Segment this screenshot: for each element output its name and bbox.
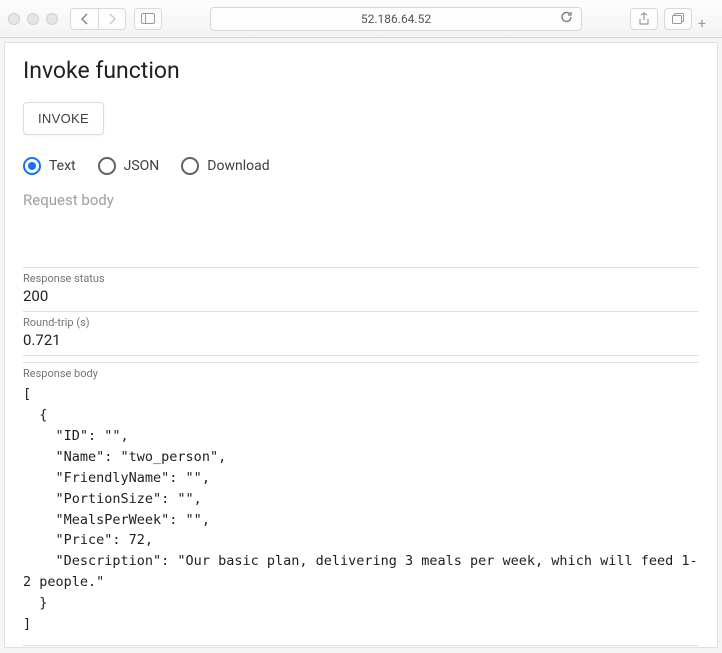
radio-icon (23, 157, 41, 175)
round-trip-field: Round-trip (s) 0.721 (23, 312, 699, 356)
maximize-window-icon[interactable] (46, 13, 58, 25)
response-status-field: Response status 200 (23, 267, 699, 312)
nav-buttons (70, 8, 126, 30)
back-button[interactable] (70, 8, 98, 30)
share-button[interactable] (630, 8, 658, 30)
sidebar-toggle-button[interactable] (134, 8, 162, 30)
round-trip-value: 0.721 (23, 329, 699, 356)
radio-text[interactable]: Text (23, 157, 76, 175)
radio-label: Text (49, 158, 76, 174)
radio-label: JSON (124, 158, 160, 174)
window-controls (8, 13, 58, 25)
radio-icon (181, 157, 199, 175)
reload-icon[interactable] (560, 10, 573, 28)
radio-download[interactable]: Download (181, 157, 269, 175)
request-body-input[interactable]: Request body (23, 191, 699, 261)
forward-button[interactable] (98, 8, 126, 30)
response-body-label: Response body (23, 362, 699, 380)
page-title: Invoke function (23, 57, 699, 84)
radio-label: Download (207, 158, 269, 174)
close-window-icon[interactable] (8, 13, 20, 25)
response-status-label: Response status (23, 272, 699, 285)
right-toolbar: + (630, 8, 714, 30)
page-content: Invoke function INVOKE Text JSON Downloa… (4, 42, 718, 648)
minimize-window-icon[interactable] (27, 13, 39, 25)
browser-toolbar: 52.186.64.52 + (0, 0, 722, 38)
response-body-value: [ { "ID": "", "Name": "two_person", "Fri… (23, 380, 699, 646)
round-trip-label: Round-trip (s) (23, 312, 699, 329)
new-tab-button[interactable]: + (698, 16, 714, 32)
invoke-button[interactable]: INVOKE (23, 102, 104, 135)
radio-icon (98, 157, 116, 175)
tabs-button[interactable] (664, 8, 692, 30)
radio-json[interactable]: JSON (98, 157, 160, 175)
address-bar[interactable]: 52.186.64.52 (210, 7, 582, 31)
response-status-value: 200 (23, 285, 699, 312)
output-format-radios: Text JSON Download (23, 157, 699, 175)
address-text: 52.186.64.52 (361, 12, 431, 26)
